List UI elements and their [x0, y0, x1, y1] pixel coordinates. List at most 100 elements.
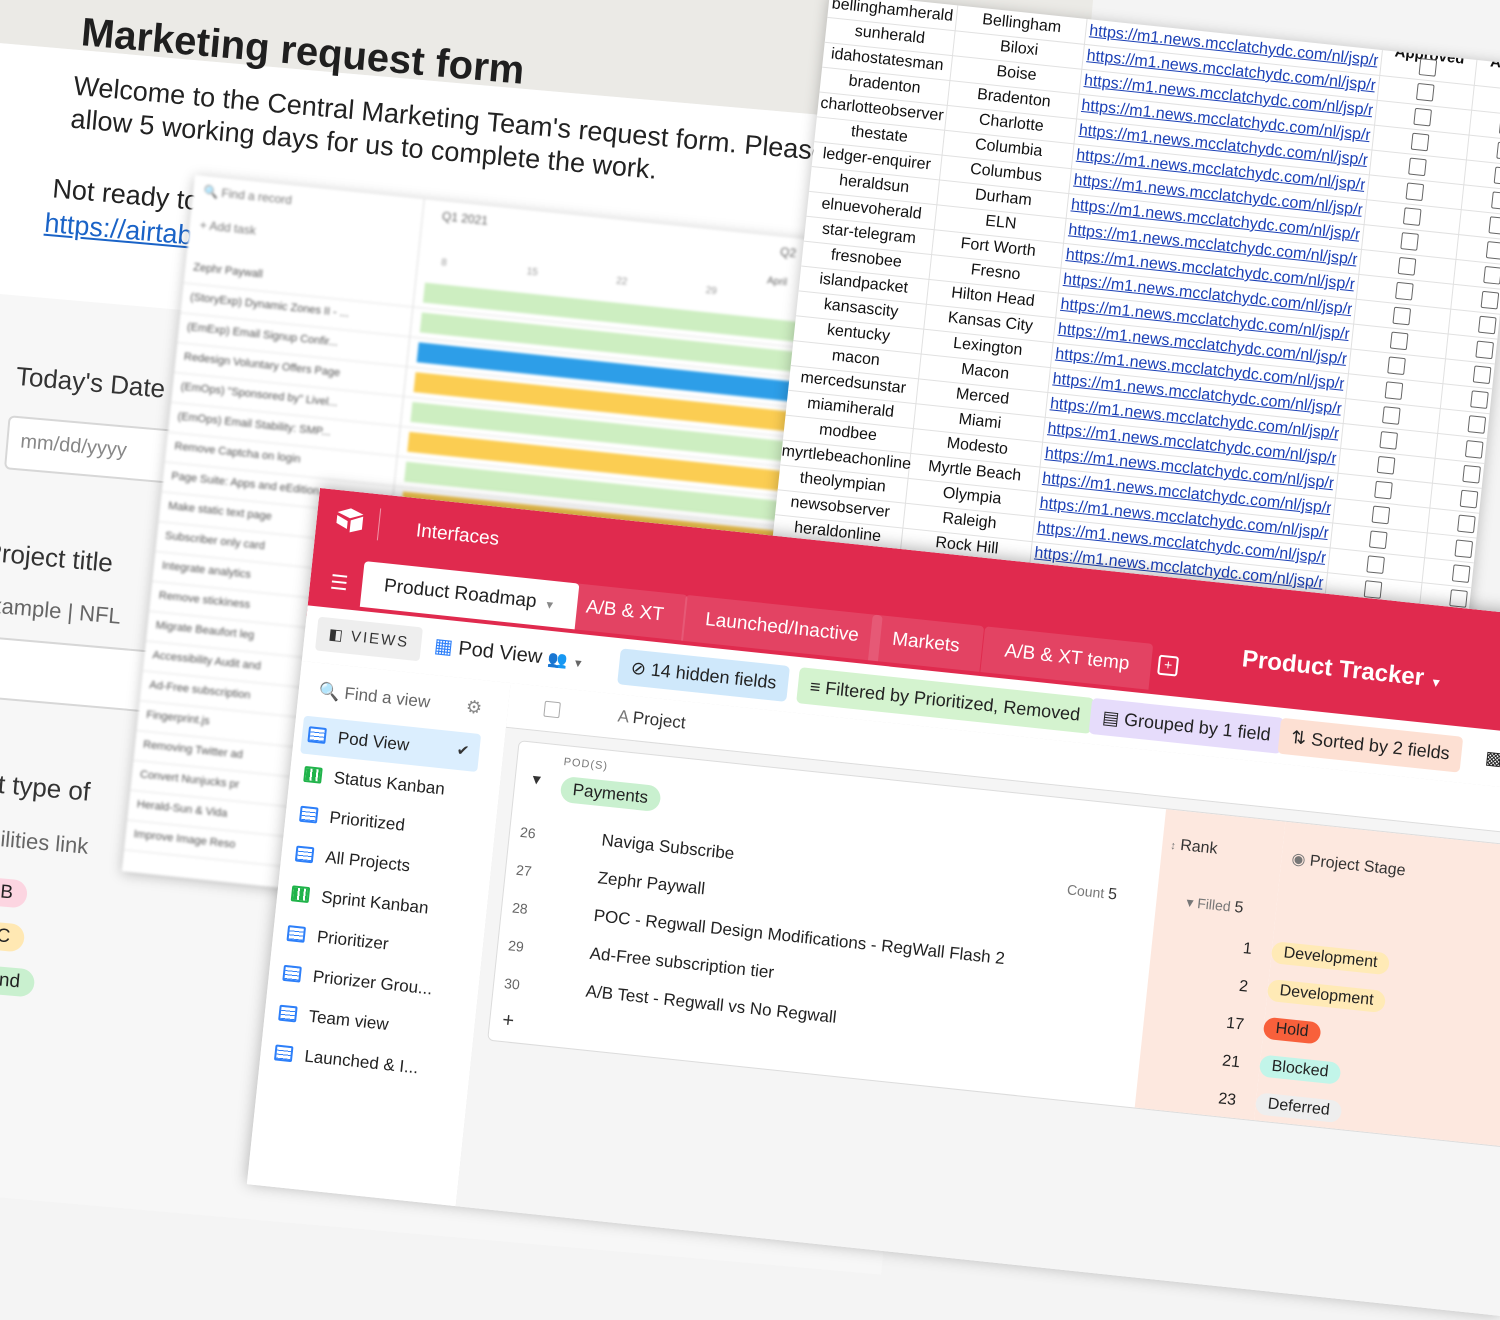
- approved-checkbox[interactable]: [1408, 157, 1427, 177]
- tab-markets[interactable]: Markets: [867, 614, 984, 672]
- approved-checkbox[interactable]: [1485, 241, 1500, 260]
- record-row-number: 27: [515, 861, 533, 880]
- tab-label: Product Roadmap: [383, 575, 538, 613]
- approved-checkbox[interactable]: [1483, 265, 1500, 285]
- view-item-label: All Projects: [324, 847, 412, 876]
- approved-checkbox[interactable]: [1371, 505, 1391, 525]
- approved-checkbox[interactable]: [1397, 256, 1417, 276]
- approved-checkbox[interactable]: [1415, 82, 1435, 102]
- group-count: Count 5: [1066, 881, 1118, 904]
- record-project-cell[interactable]: Ad-Free subscription tier: [589, 944, 775, 983]
- add-record-button[interactable]: +: [501, 1009, 515, 1033]
- sort-button[interactable]: ⇅ Sorted by 2 fields: [1277, 717, 1464, 773]
- column-rank-label: Rank: [1179, 836, 1219, 858]
- approved-checkbox[interactable]: [1472, 365, 1492, 385]
- collaborators-icon: 👥: [546, 650, 569, 670]
- record-project-cell[interactable]: Zephr Paywall: [597, 868, 706, 899]
- approved-checkbox[interactable]: [1363, 580, 1383, 599]
- view-item-label: Status Kanban: [332, 768, 446, 799]
- menu-icon[interactable]: ☰: [329, 570, 349, 597]
- gantt-day: 29: [705, 285, 718, 298]
- filled-label: Filled: [1196, 895, 1232, 915]
- approved-checkbox[interactable]: [1454, 539, 1474, 559]
- gantt-month-april: April: [766, 275, 788, 289]
- approved-checkbox[interactable]: [1459, 489, 1479, 509]
- airtable-logo-icon[interactable]: [334, 506, 367, 535]
- approved-checkbox[interactable]: [1402, 207, 1422, 226]
- group-value-badge: Payments: [559, 775, 662, 813]
- checkmark-icon: ✔: [455, 741, 471, 761]
- approved-checkbox[interactable]: [1496, 141, 1500, 161]
- approved-checkbox[interactable]: [1379, 431, 1399, 450]
- approved-checkbox[interactable]: [1392, 306, 1412, 326]
- approved-checkbox[interactable]: [1366, 555, 1385, 575]
- approved-checkbox[interactable]: [1410, 132, 1430, 152]
- approved-checkbox[interactable]: [1477, 315, 1497, 335]
- count-value: 5: [1107, 885, 1118, 904]
- filter-icon: ≡: [808, 676, 822, 698]
- approved-checkbox[interactable]: [1368, 530, 1388, 550]
- current-view-label: Pod View: [457, 637, 544, 669]
- gear-icon[interactable]: ⚙: [465, 697, 483, 720]
- approved-checkbox[interactable]: [1451, 564, 1471, 584]
- approved-checkbox[interactable]: [1449, 589, 1468, 608]
- current-view-switcher[interactable]: ▦ Pod View 👥 ▼: [433, 633, 585, 674]
- view-item-label: Team view: [307, 1006, 390, 1035]
- add-tab-icon[interactable]: +: [1157, 654, 1180, 677]
- approved-checkbox[interactable]: [1374, 480, 1393, 500]
- approved-checkbox[interactable]: [1395, 281, 1414, 301]
- paint-bucket-icon[interactable]: ▩: [1471, 738, 1500, 778]
- views-button[interactable]: ◧ VIEWS: [315, 616, 423, 662]
- approved-checkbox[interactable]: [1381, 406, 1401, 425]
- approved-checkbox[interactable]: [1376, 455, 1396, 475]
- approved-checkbox[interactable]: [1387, 356, 1406, 376]
- record-row-number: 26: [519, 823, 537, 842]
- approved-checkbox[interactable]: [1405, 182, 1425, 202]
- approved-checkbox[interactable]: [1457, 514, 1476, 534]
- approved-checkbox[interactable]: [1464, 440, 1484, 459]
- approved-checkbox[interactable]: [1480, 290, 1500, 310]
- approved-checkbox[interactable]: [1467, 415, 1487, 434]
- record-row-number: 30: [503, 975, 521, 993]
- approved-checkbox[interactable]: [1462, 464, 1481, 484]
- gantt-day: 15: [526, 266, 539, 279]
- kanban-view-icon: [303, 765, 323, 784]
- approved-checkbox[interactable]: [1488, 216, 1500, 235]
- chevron-down-icon[interactable]: ▼: [572, 657, 584, 670]
- tab-ab-xt[interactable]: A/B & XT: [561, 582, 688, 641]
- gantt-search[interactable]: 🔍 Find a record: [203, 184, 293, 207]
- sort-label: Sorted by 2 fields: [1310, 729, 1451, 764]
- approved-checkbox[interactable]: [1418, 58, 1438, 77]
- grid-view-icon: [282, 964, 302, 983]
- view-item-label: Sprint Kanban: [320, 887, 430, 918]
- approved-checkbox[interactable]: [1413, 107, 1433, 127]
- group-button[interactable]: ▤ Grouped by 1 field: [1088, 697, 1285, 754]
- view-item-label: Pod View: [336, 728, 411, 755]
- collapse-group-icon[interactable]: ▼: [529, 771, 544, 788]
- select-all-checkbox[interactable]: [543, 700, 561, 719]
- approved-checkbox[interactable]: [1389, 331, 1409, 351]
- column-project[interactable]: A Project: [617, 706, 687, 733]
- filter-label: Filtered by Prioritized, Removed: [824, 677, 1082, 725]
- approved-checkbox[interactable]: [1475, 340, 1495, 360]
- approved-checkbox[interactable]: [1493, 166, 1500, 186]
- approved-checkbox[interactable]: [1491, 191, 1500, 211]
- approved-checkbox[interactable]: [1400, 232, 1419, 251]
- view-item-label: Priorizer Grou...: [311, 966, 434, 999]
- gantt-quarter-q2: Q2: [779, 244, 797, 261]
- record-project-cell[interactable]: A/B Test - Regwall vs No Regwall: [585, 982, 838, 1028]
- find-view-input[interactable]: 🔍 Find a view: [318, 681, 431, 713]
- text-field-icon: A: [616, 706, 630, 727]
- hidden-fields-label: 14 hidden fields: [649, 659, 778, 693]
- record-project-cell[interactable]: Naviga Subscribe: [601, 830, 736, 864]
- grid-view-icon: [299, 805, 319, 824]
- hidden-fields-button[interactable]: ⊘ 14 hidden fields: [617, 648, 791, 702]
- chevron-down-icon[interactable]: ▼: [544, 599, 556, 612]
- base-title[interactable]: Product Tracker ▼: [1241, 645, 1444, 694]
- chevron-down-icon[interactable]: ▼: [1429, 675, 1442, 690]
- approved-checkbox[interactable]: [1470, 390, 1489, 409]
- approved-checkbox[interactable]: [1384, 381, 1404, 400]
- record-row-number: 29: [507, 937, 525, 955]
- interfaces-link[interactable]: Interfaces: [415, 520, 500, 551]
- gantt-add-task[interactable]: + Add task: [199, 218, 257, 238]
